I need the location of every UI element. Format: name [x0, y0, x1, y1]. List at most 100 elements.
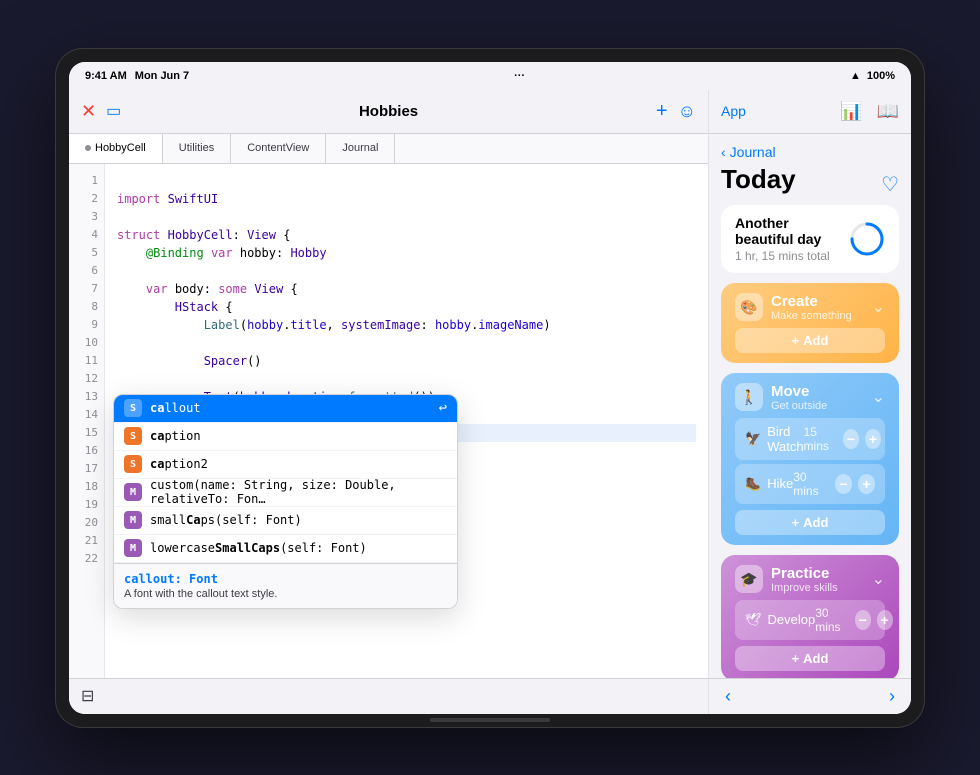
- ac-badge-s3: S: [124, 455, 142, 473]
- practice-chevron[interactable]: ⌄: [872, 569, 885, 589]
- practice-title: Practice: [771, 565, 838, 582]
- code-line-8: HStack {: [117, 298, 696, 316]
- create-icon: 🎨: [735, 293, 763, 321]
- hike-time: 30 mins: [793, 470, 829, 498]
- practice-items: 🕊 Develop 30 mins − +: [735, 600, 885, 640]
- move-add-button[interactable]: + Add: [735, 510, 885, 535]
- ac-item-custom[interactable]: M custom(name: String, size: Double, rel…: [114, 479, 457, 507]
- hike-name: Hike: [767, 476, 793, 491]
- ac-text-custom: custom(name: String, size: Double, relat…: [150, 478, 447, 506]
- autocomplete-popup: S callout ↩ S caption S caption2: [113, 394, 458, 609]
- ac-return-icon: ↩: [439, 400, 447, 416]
- ac-badge-s2: S: [124, 427, 142, 445]
- status-time: 9:41 AM: [85, 70, 127, 82]
- ac-badge-m2: M: [124, 511, 142, 529]
- hike-minus-button[interactable]: −: [835, 474, 852, 494]
- tab-journal[interactable]: Journal: [326, 134, 395, 163]
- list-item: 🕊 Develop 30 mins − +: [735, 600, 885, 640]
- code-line-6: [117, 262, 696, 280]
- nav-next-button[interactable]: ›: [889, 686, 895, 707]
- status-dots: ···: [514, 70, 525, 82]
- ac-item-callout[interactable]: S callout ↩: [114, 395, 457, 423]
- streak-card: Another beautiful day 1 hr, 15 mins tota…: [721, 205, 899, 273]
- ac-item-caption[interactable]: S caption: [114, 423, 457, 451]
- bottom-bar: ⊟: [69, 678, 708, 714]
- code-line-2: import SwiftUI: [117, 190, 696, 208]
- code-line-4: struct HobbyCell: View {: [117, 226, 696, 244]
- code-line-1: [117, 172, 696, 190]
- move-items: 🦅 Bird Watch 15 mins − +: [735, 418, 885, 504]
- code-toolbar: ✕ ▭ Hobbies + ☺: [69, 90, 708, 134]
- heart-icon[interactable]: ♡: [881, 172, 899, 197]
- home-indicator: [430, 718, 550, 722]
- console-icon[interactable]: ⊟: [81, 686, 94, 706]
- journal-toolbar-tabs: App: [721, 103, 746, 119]
- status-date: Mon Jun 7: [135, 70, 189, 82]
- practice-add-button[interactable]: + Add: [735, 646, 885, 671]
- code-line-5: @Binding var hobby: Hobby: [117, 244, 696, 262]
- create-add-label: Add: [803, 333, 828, 348]
- journal-back-label: Journal: [730, 144, 776, 160]
- practice-icon: 🎓: [735, 565, 763, 593]
- ac-badge-m3: M: [124, 539, 142, 557]
- wifi-icon: ▲: [850, 70, 861, 82]
- list-item: 🦅 Bird Watch 15 mins − +: [735, 418, 885, 460]
- develop-icon: 🕊: [745, 612, 762, 628]
- ac-item-caption2[interactable]: S caption2: [114, 451, 457, 479]
- hike-plus-button[interactable]: +: [858, 474, 875, 494]
- category-create: 🎨 Create Make something ⌄ + Add: [721, 283, 899, 363]
- code-area: 1 2 3 4 5 6 7 8 9 10 11 12 13 14: [69, 164, 708, 678]
- ipad-frame: 9:41 AM Mon Jun 7 ··· ▲ 100% ✕ ▭ Hobbies…: [55, 48, 925, 728]
- tab-contentview[interactable]: ContentView: [231, 134, 326, 163]
- nav-prev-button[interactable]: ‹: [725, 686, 731, 707]
- create-chevron[interactable]: ⌄: [872, 297, 885, 317]
- create-add-button[interactable]: + Add: [735, 328, 885, 353]
- journal-panel: App 📊 📖 ‹ Journal Today ♡: [709, 90, 911, 714]
- sidebar-toggle-button[interactable]: ▭: [106, 101, 121, 121]
- streak-subtitle: 1 hr, 15 mins total: [735, 249, 849, 263]
- category-move: 🚶 Move Get outside ⌄ 🦅: [721, 373, 899, 545]
- plus-icon: +: [792, 515, 800, 530]
- ac-detail-desc: A font with the callout text style.: [124, 588, 447, 600]
- ac-item-smallcaps[interactable]: M smallCaps(self: Font): [114, 507, 457, 535]
- develop-minus-button[interactable]: −: [855, 610, 871, 630]
- develop-plus-button[interactable]: +: [877, 610, 893, 630]
- journal-nav: ‹ ›: [709, 678, 911, 714]
- tab-hobbycell[interactable]: HobbyCell: [69, 134, 163, 163]
- ac-badge-m1: M: [124, 483, 142, 501]
- status-center: ···: [514, 70, 525, 82]
- move-chevron[interactable]: ⌄: [872, 387, 885, 407]
- status-right: ▲ 100%: [850, 70, 895, 82]
- birdwatch-time: 15 mins: [804, 425, 837, 453]
- ac-text-lowercase: lowercaseSmallCaps(self: Font): [150, 541, 447, 555]
- journal-icons: 📊 📖: [840, 101, 899, 122]
- chart-icon[interactable]: 📊: [840, 101, 862, 122]
- battery-icon: 100%: [867, 70, 895, 82]
- practice-add-label: Add: [803, 651, 828, 666]
- category-practice: 🎓 Practice Improve skills ⌄: [721, 555, 899, 678]
- emoji-button[interactable]: ☺: [678, 101, 696, 122]
- tab-app[interactable]: App: [721, 103, 746, 119]
- close-button[interactable]: ✕: [81, 101, 96, 122]
- editor-title: Hobbies: [131, 103, 646, 120]
- practice-subtitle: Improve skills: [771, 582, 838, 594]
- journal-back-button[interactable]: ‹ Journal: [721, 144, 899, 160]
- hike-icon: 🥾: [745, 476, 761, 492]
- streak-ring: [849, 221, 885, 257]
- birdwatch-minus-button[interactable]: −: [843, 429, 859, 449]
- ac-detail-title: callout: Font: [124, 572, 447, 586]
- ac-text-caption: caption: [150, 429, 447, 443]
- code-line-11: Spacer(): [117, 352, 696, 370]
- move-add-label: Add: [803, 515, 828, 530]
- add-file-button[interactable]: +: [656, 100, 668, 123]
- birdwatch-icon: 🦅: [745, 431, 761, 447]
- tab-utilities[interactable]: Utilities: [163, 134, 231, 163]
- file-tabs: HobbyCell Utilities ContentView Journal: [69, 134, 708, 164]
- line-numbers: 1 2 3 4 5 6 7 8 9 10 11 12 13 14: [69, 164, 105, 678]
- chevron-left-icon: ‹: [721, 144, 726, 160]
- book-icon[interactable]: 📖: [877, 101, 899, 122]
- ac-text-smallcaps: smallCaps(self: Font): [150, 513, 447, 527]
- ac-text-caption2: caption2: [150, 457, 447, 471]
- birdwatch-plus-button[interactable]: +: [865, 429, 881, 449]
- ac-item-lowercase[interactable]: M lowercaseSmallCaps(self: Font): [114, 535, 457, 563]
